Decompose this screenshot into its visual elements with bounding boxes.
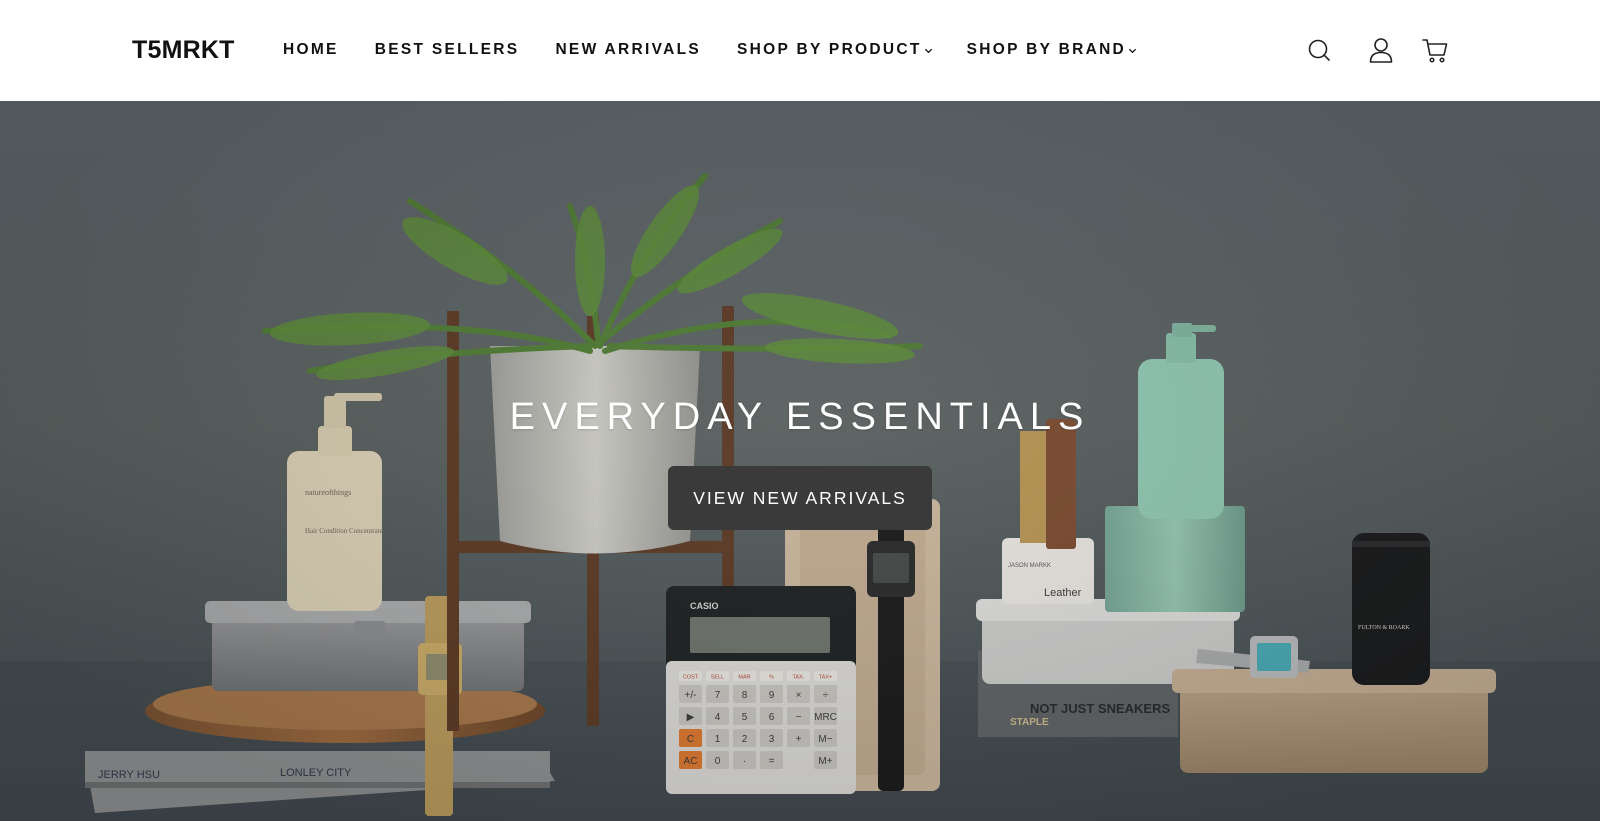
site-header: T5MRKT HOME BEST SELLERS NEW ARRIVALS SH… (0, 0, 1600, 101)
nav-new-arrivals-label: NEW ARRIVALS (555, 41, 702, 58)
nav-shop-by-brand[interactable]: SHOP BY BRAND (967, 41, 1137, 59)
calculator-key-label: 9 (769, 690, 775, 701)
calculator-key-label: 1 (715, 734, 721, 745)
calculator-key-label: · (743, 756, 746, 767)
calculator-key-label: 4 (715, 712, 721, 723)
calculator-key-label: 0 (715, 756, 721, 767)
jar-brand: JASON MARKK (1008, 563, 1051, 569)
nav-best-sellers-label: BEST SELLERS (374, 41, 520, 58)
calculator-key-label: 8 (742, 690, 748, 701)
cart-icon[interactable] (1421, 36, 1449, 64)
calculator-key-label: C (687, 734, 694, 745)
calculator-key-label: 7 (715, 690, 721, 701)
nav-home[interactable]: HOME (283, 41, 339, 59)
bottle-brand: natureofthings (305, 488, 351, 497)
jar-label: Leather (1044, 587, 1082, 599)
search-icon[interactable] (1306, 37, 1334, 65)
calculator-key-label: M+ (818, 756, 832, 767)
site-logo[interactable]: T5MRKT (132, 36, 235, 65)
calculator-brand: CASIO (690, 601, 719, 611)
calculator-key-label: AC (684, 756, 698, 767)
view-new-arrivals-button[interactable]: VIEW NEW ARRIVALS (668, 466, 932, 530)
account-icon[interactable] (1367, 36, 1395, 64)
calculator-key-label: 5 (742, 712, 748, 723)
calculator-key-label: ÷ (823, 690, 829, 701)
chevron-down-icon (924, 48, 932, 53)
calculator-key-label: COST (683, 675, 699, 681)
hero-banner: JERRY HSU LONLEY CITY natureofthings Hai… (0, 101, 1600, 821)
calculator-key-label: TAX- (792, 675, 804, 681)
calculator-key-label: M− (818, 734, 832, 745)
calculator-key-label: − (796, 712, 802, 723)
calculator-key-label: × (796, 690, 802, 701)
nav-shop-by-brand-label: SHOP BY BRAND (966, 41, 1127, 58)
book-right-publisher: STAPLE (1010, 717, 1049, 728)
nav-shop-by-product[interactable]: SHOP BY PRODUCT (737, 41, 933, 59)
calculator-key-label: ▶ (687, 712, 695, 723)
calculator-key-label: MRC (814, 712, 837, 723)
calculator-key-label: 2 (742, 734, 748, 745)
calculator-key-label: +/- (685, 690, 697, 701)
nav-best-sellers[interactable]: BEST SELLERS (375, 41, 520, 59)
book-left-author: JERRY HSU (98, 769, 160, 781)
nav-new-arrivals[interactable]: NEW ARRIVALS (555, 41, 701, 59)
calculator-key-label: = (769, 756, 775, 767)
bottle-product: Hair Condition Concentrate (305, 527, 383, 535)
main-nav: HOME BEST SELLERS NEW ARRIVALS SHOP BY P… (283, 41, 1137, 59)
calculator-key-label: MAR (738, 675, 750, 681)
chevron-down-icon (1128, 48, 1137, 53)
nav-shop-by-product-label: SHOP BY PRODUCT (737, 41, 922, 58)
calculator-key-label: 3 (769, 734, 775, 745)
book-right-title: NOT JUST SNEAKERS (1030, 701, 1170, 716)
canister-brand: FULTON & ROARK (1358, 625, 1410, 631)
header-actions (1306, 36, 1449, 65)
book-left-title: LONLEY CITY (280, 767, 352, 779)
calculator-key-label: % (769, 675, 774, 681)
hero-product-photo: JERRY HSU LONLEY CITY natureofthings Hai… (0, 173, 1600, 821)
calculator-key-label: 6 (769, 712, 775, 723)
calculator-key-label: TAX+ (819, 675, 833, 681)
nav-home-label: HOME (283, 41, 339, 58)
calculator-key-label: + (796, 734, 802, 745)
calculator-key-label: SELL (711, 675, 724, 681)
view-new-arrivals-label: VIEW NEW ARRIVALS (693, 487, 907, 508)
hero-title: EVERYDAY ESSENTIALS (509, 396, 1091, 438)
